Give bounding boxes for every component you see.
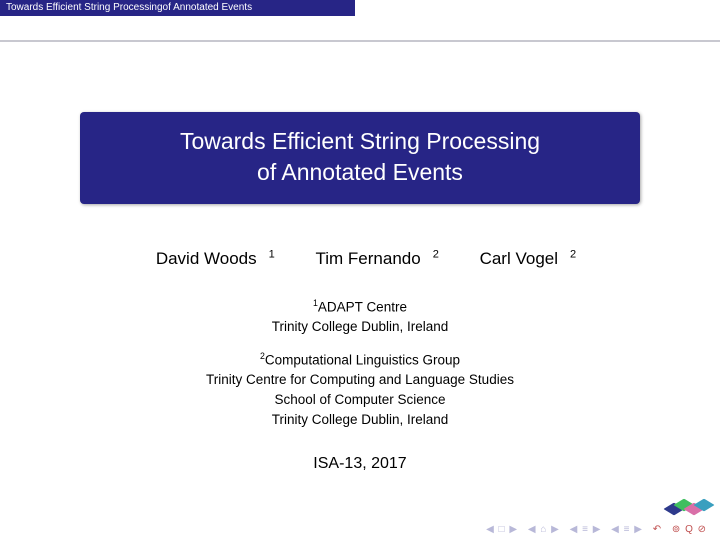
affiliation-2: 2Computational Linguistics Group Trinity… [50,350,670,429]
slide-content: Towards Efficient String Processing of A… [0,112,720,473]
author-2: Tim Fernando2 [304,249,439,268]
title-line-2: of Annotated Events [90,157,630,188]
title-line-1: Towards Efficient String Processing [90,126,630,157]
running-title-bar: Towards Efficient String Processingof An… [0,0,355,16]
affiliations: 1ADAPT Centre Trinity College Dublin, Ir… [50,297,670,429]
author-1: David Woods1 [144,249,275,268]
header-spacer [0,16,720,40]
nav-footer: ◀ □ ▶ ◀ ⌂ ▶ ◀ ≡ ▶ ◀ ≡ ▶ ↶ ⊚ Q ⊘ [483,524,710,535]
logo-icon [668,495,708,519]
nav-back-icon[interactable]: ↶ [653,524,662,535]
running-title: Towards Efficient String Processingof An… [6,2,252,13]
nav-controls[interactable]: ◀ □ ▶ ◀ ⌂ ▶ ◀ ≡ ▶ ◀ ≡ ▶ ↶ ⊚ Q ⊘ [483,524,710,535]
header-rule [0,40,720,42]
nav-next-icon[interactable]: ◀ ≡ ▶ [570,524,602,535]
nav-prev-icon[interactable]: ◀ ⌂ ▶ [528,524,560,535]
nav-menu-icon[interactable]: ⊚ Q ⊘ [672,524,707,535]
nav-first-icon[interactable]: ◀ □ ▶ [486,524,518,535]
title-block: Towards Efficient String Processing of A… [80,112,640,204]
affiliation-1: 1ADAPT Centre Trinity College Dublin, Ir… [50,297,670,337]
venue: ISA-13, 2017 [50,455,670,473]
author-list: David Woods1 Tim Fernando2 Carl Vogel2 [50,248,670,269]
nav-last-icon[interactable]: ◀ ≡ ▶ [611,524,643,535]
author-3: Carl Vogel2 [468,249,577,268]
